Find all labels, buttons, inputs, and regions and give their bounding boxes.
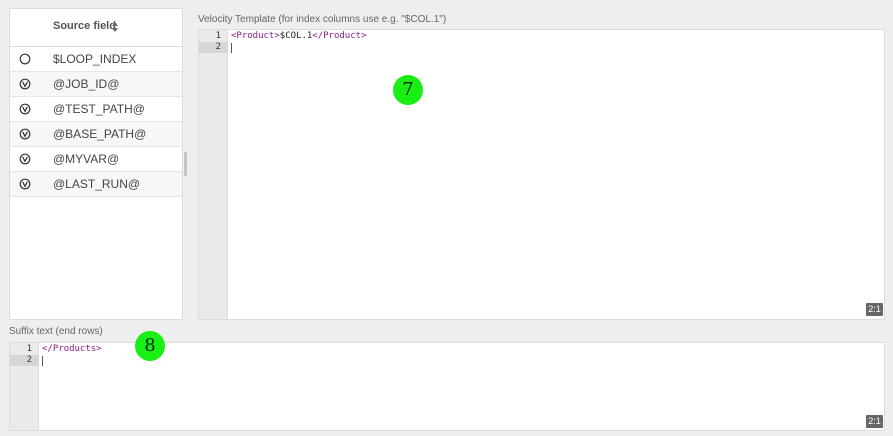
text-cursor [231, 43, 232, 53]
source-field-label: @MYVAR@ [53, 152, 120, 166]
source-field-row[interactable]: @TEST_PATH@ [10, 97, 182, 122]
code-line: <Product>$COL.1</Product> [231, 31, 366, 42]
ratio-badge[interactable]: 2:1 [866, 415, 883, 428]
line-number: 1 [215, 31, 221, 41]
source-field-row[interactable]: @MYVAR@ [10, 147, 182, 172]
ratio-badge[interactable]: 2:1 [866, 303, 883, 316]
source-field-label: @TEST_PATH@ [53, 102, 145, 116]
circle-icon [19, 53, 31, 65]
suffix-text-label: Suffix text (end rows) [9, 326, 103, 337]
source-field-label: @JOB_ID@ [53, 77, 120, 91]
xml-open-tag: <Product> [231, 31, 280, 41]
source-field-scrollbar-thumb[interactable] [184, 152, 187, 176]
step-marker-7: 7 [393, 75, 423, 105]
line-number-gutter: 1 2 [10, 343, 39, 430]
variable-v-icon [19, 103, 31, 115]
xml-close-tag: </Products> [42, 344, 102, 354]
source-field-header-label: Source field [53, 20, 116, 32]
velocity-variable: $COL.1 [279, 31, 313, 41]
velocity-template-label: Velocity Template (for index columns use… [198, 14, 447, 25]
line-number: 1 [26, 344, 32, 354]
step-marker-8: 8 [135, 331, 165, 361]
line-number-gutter: 1 2 [199, 30, 228, 319]
velocity-template-editor[interactable]: 1 2 <Product>$COL.1</Product> 2:1 [198, 29, 885, 320]
source-field-row[interactable]: $LOOP_INDEX [10, 47, 182, 72]
source-field-label: @BASE_PATH@ [53, 127, 147, 141]
source-field-row[interactable]: @JOB_ID@ [10, 72, 182, 97]
xml-close-tag: </Product> [312, 31, 367, 41]
source-field-label: @LAST_RUN@ [53, 177, 141, 191]
variable-v-icon [19, 128, 31, 140]
variable-v-icon [19, 153, 31, 165]
source-field-row[interactable]: @BASE_PATH@ [10, 122, 182, 147]
sort-updown-icon[interactable] [111, 21, 119, 33]
text-cursor [42, 356, 43, 366]
line-number-active: 2 [199, 42, 228, 53]
source-field-header[interactable]: Source field [10, 9, 182, 47]
source-field-panel: Source field $LOOP_INDEX @JOB_ID@ @TEST_… [9, 8, 183, 320]
source-field-row[interactable]: @LAST_RUN@ [10, 172, 182, 197]
code-line: </Products> [42, 344, 102, 355]
variable-v-icon [19, 178, 31, 190]
variable-v-icon [19, 78, 31, 90]
source-field-label: $LOOP_INDEX [53, 52, 137, 66]
line-number-active: 2 [10, 355, 39, 366]
